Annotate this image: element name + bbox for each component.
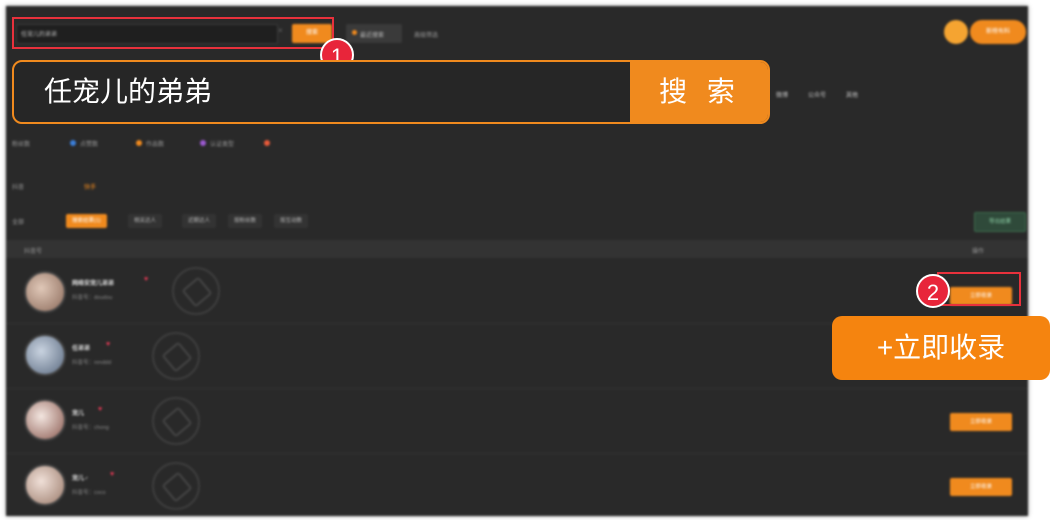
search-highlight-box xyxy=(12,17,334,49)
tabs-label: 全部 xyxy=(12,220,25,226)
stamp-icon xyxy=(152,397,200,445)
filter-dot-icon xyxy=(200,140,206,146)
advanced-filter-link[interactable]: 高级筛选 xyxy=(414,30,438,39)
filter-option[interactable]: 作品数 xyxy=(146,139,164,148)
nav-item[interactable]: 公众号 xyxy=(808,90,826,99)
table-row: 宠儿 ♥ 抖音号：chong 立即收录 xyxy=(6,389,1028,454)
column-action: 操作 xyxy=(972,249,985,255)
tab-recent[interactable]: 近期达人 xyxy=(182,214,217,228)
filter-dot-icon xyxy=(264,140,270,146)
zoomed-search-button[interactable]: 搜 索 xyxy=(630,62,768,122)
filter-dot-icon xyxy=(136,140,142,146)
add-button[interactable]: 立即收录 xyxy=(950,478,1012,496)
account-id: 抖音号：renddd xyxy=(72,360,112,366)
chip-label: 最近搜索 xyxy=(360,33,385,39)
zoomed-search-query: 任宠儿的弟弟 xyxy=(44,76,213,107)
dot-icon xyxy=(352,30,357,35)
avatar xyxy=(24,399,66,441)
account-name: 任弟弟 xyxy=(72,346,91,352)
nav-item[interactable]: 微博 xyxy=(776,90,788,99)
account-id: 抖音号：chong xyxy=(72,425,109,431)
zoomed-add-button[interactable]: +立即收录 xyxy=(832,316,1050,380)
brand-logo-icon xyxy=(944,20,968,44)
filter-option[interactable]: 认证类型 xyxy=(210,139,234,148)
stamp-icon xyxy=(152,332,200,380)
column-account: 抖音号 xyxy=(24,249,43,255)
step-2-marker: 2 xyxy=(916,274,950,308)
account-name: 宠儿♂ xyxy=(72,476,89,482)
nav-item[interactable]: 其他 xyxy=(846,90,858,99)
table-header: 抖音号 操作 xyxy=(6,240,1028,258)
stamp-icon xyxy=(172,267,220,315)
plus-icon: + xyxy=(876,332,894,363)
avatar xyxy=(24,334,66,376)
filter-dot-icon xyxy=(70,140,76,146)
breadcrumb: 抖音 xyxy=(12,185,25,191)
filter-option[interactable]: 点赞数 xyxy=(80,139,98,148)
account-id: 抖音号：coco xyxy=(72,490,106,496)
filter-label: 粉丝数 xyxy=(12,142,31,148)
heart-icon: ♥ xyxy=(110,471,115,478)
tab-fans[interactable]: 按粉丝数 xyxy=(228,214,263,228)
breadcrumb-current: 快手 xyxy=(84,185,97,191)
tab-related[interactable]: 相关达人 xyxy=(128,214,163,228)
add-button[interactable]: 立即收录 xyxy=(950,413,1012,431)
brand-button[interactable]: 新榜有料 xyxy=(970,20,1026,44)
tab-results[interactable]: 搜索结果(1) xyxy=(66,214,107,228)
account-name: 网络安宠儿弟弟 xyxy=(72,281,115,287)
avatar xyxy=(24,464,66,506)
account-name: 宠儿 xyxy=(72,411,85,417)
tab-engagement[interactable]: 按互动数 xyxy=(274,214,309,228)
account-id: 抖音号：doudou xyxy=(72,295,113,301)
recent-search-chip[interactable]: 最近搜索 xyxy=(346,24,402,43)
stamp-icon xyxy=(152,462,200,510)
avatar xyxy=(24,271,66,313)
heart-icon: ♥ xyxy=(98,406,103,413)
zoomed-search-bar[interactable]: 任宠儿的弟弟 搜 索 xyxy=(12,60,770,124)
export-button[interactable]: 导出结果 xyxy=(974,212,1026,232)
zoomed-add-label: 立即收录 xyxy=(893,332,1006,363)
heart-icon: ♥ xyxy=(106,341,111,348)
table-row: 宠儿♂ ♥ 抖音号：coco 立即收录 xyxy=(6,454,1028,516)
heart-icon: ♥ xyxy=(144,276,149,283)
table-row: 网络安宠儿弟弟 ♥ 抖音号：doudou 立即收录 xyxy=(6,259,1028,324)
